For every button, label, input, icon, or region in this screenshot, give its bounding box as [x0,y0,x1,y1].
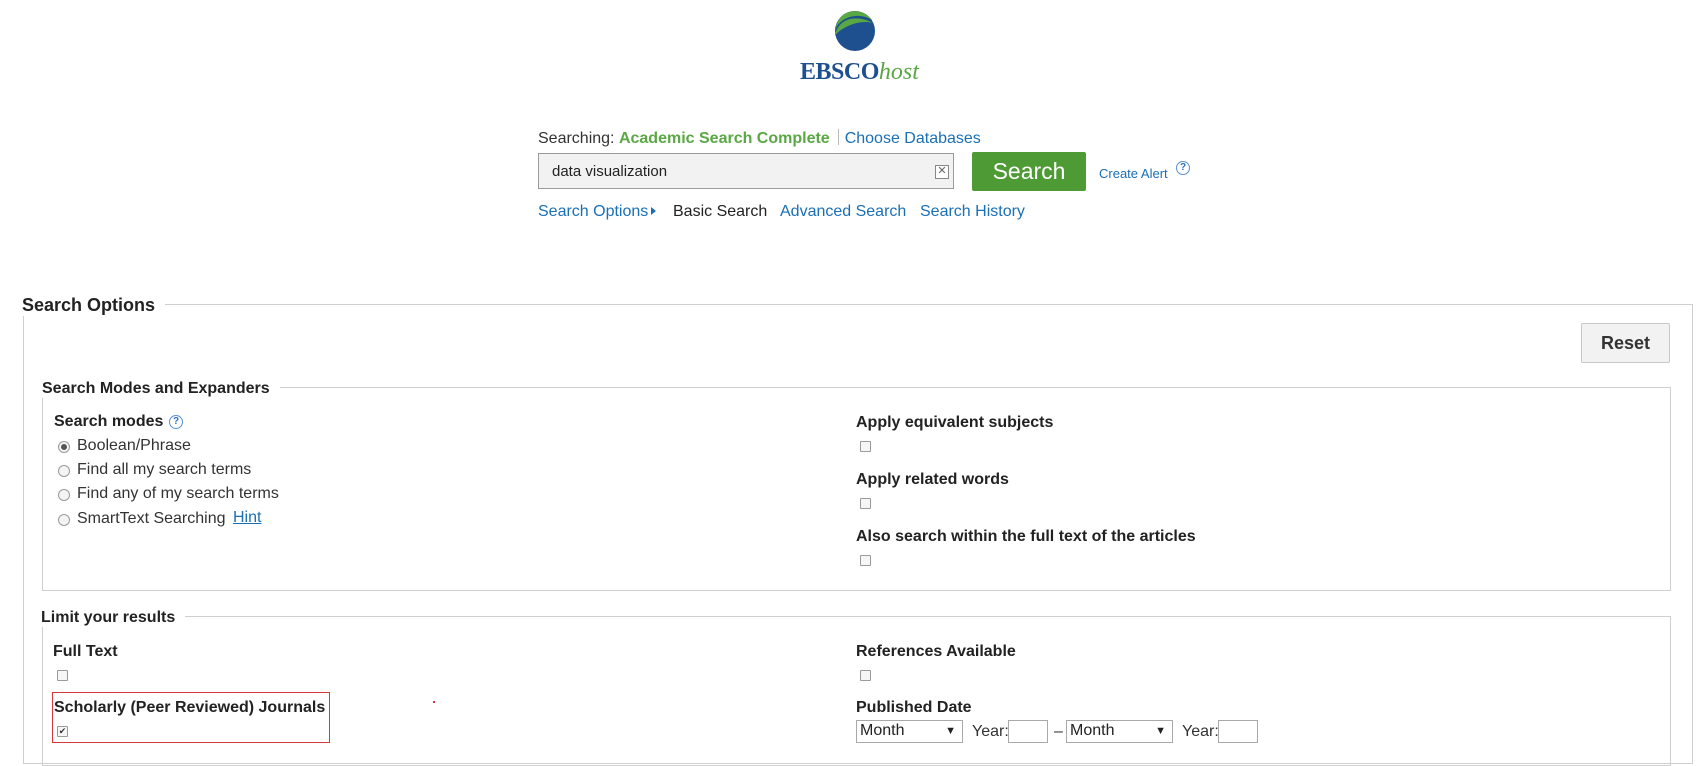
ebsco-globe-icon [835,11,875,51]
date-range-dash: – [1054,723,1063,740]
search-modes-label: Search modes [54,413,164,430]
radio-find-any[interactable] [58,489,70,501]
logo-accent: host [878,59,919,85]
search-modes-help-icon[interactable]: ? [169,415,183,429]
radio-find-all[interactable] [58,465,70,477]
checkbox-full-text-search[interactable] [860,555,871,566]
smarttext-hint-link[interactable]: Hint [233,509,261,527]
choose-databases-link[interactable]: Choose Databases [845,130,981,147]
to-year-input[interactable] [1218,720,1258,743]
expander-label: Apply related words [856,471,1009,488]
search-button[interactable]: Search [972,152,1086,191]
checkbox-equivalent-subjects[interactable] [860,441,871,452]
logo-main: EBSCO [800,59,879,85]
mode-option-label: Find any of my search terms [77,485,279,502]
reset-button[interactable]: Reset [1581,323,1670,363]
search-options-toggle[interactable]: Search Options [538,203,657,221]
search-options-title: Search Options [22,295,166,316]
mode-option-label: Find all my search terms [77,461,252,478]
checkbox-references[interactable] [860,670,871,681]
triangle-right-icon [651,207,657,215]
tab-basic-search: Basic Search [673,203,768,220]
divider [837,129,839,145]
to-year-label: Year: [1182,723,1219,740]
limit-results-panel [42,616,1671,766]
database-name: Academic Search Complete [618,130,830,147]
from-year-label: Year: [972,723,1009,740]
expander-label: Also search within the full text of the … [856,528,1196,545]
search-modes-section-title: Search Modes and Expanders [42,380,280,398]
mode-option-label: Boolean/Phrase [77,437,191,454]
references-label: References Available [856,643,1016,660]
search-options-label: Search Options [538,203,649,220]
clear-search-icon[interactable]: ✕ [935,165,949,179]
limit-results-title: Limit your results [41,609,186,627]
tab-search-history[interactable]: Search History [920,203,1025,221]
from-year-input[interactable] [1008,720,1048,743]
create-alert-help-icon[interactable]: ? [1176,161,1190,175]
scholarly-label: Scholarly (Peer Reviewed) Journals [54,699,326,716]
marker-dot [433,701,435,703]
logo-wordmark: EBSCOhost [800,58,919,86]
create-alert-link[interactable]: Create Alert [1099,166,1168,181]
dropdown-arrow-icon: ▼ [1155,725,1166,737]
expander-label: Apply equivalent subjects [856,414,1054,431]
radio-smarttext[interactable] [58,514,70,526]
tab-advanced-search[interactable]: Advanced Search [780,203,906,221]
to-month-select[interactable]: Month ▼ [1066,720,1173,743]
from-month-select[interactable]: Month ▼ [856,720,963,743]
mode-option-label: SmartText Searching [77,510,226,527]
dropdown-arrow-icon: ▼ [945,725,956,737]
to-month-value: Month [1070,722,1115,739]
from-month-value: Month [860,722,905,739]
full-text-label: Full Text [53,643,118,660]
searching-line: Searching: Academic Search Complete Choos… [538,129,981,148]
search-input[interactable] [539,154,922,188]
published-date-label: Published Date [856,699,972,716]
radio-boolean-phrase[interactable] [58,441,70,453]
ebscohost-logo: EBSCOhost [800,10,919,86]
checkbox-related-words[interactable] [860,498,871,509]
search-input-wrapper: ✕ [538,153,954,189]
searching-label: Searching: [538,130,615,147]
checkbox-full-text[interactable] [57,670,68,681]
checkbox-scholarly[interactable]: ✔ [57,726,68,737]
